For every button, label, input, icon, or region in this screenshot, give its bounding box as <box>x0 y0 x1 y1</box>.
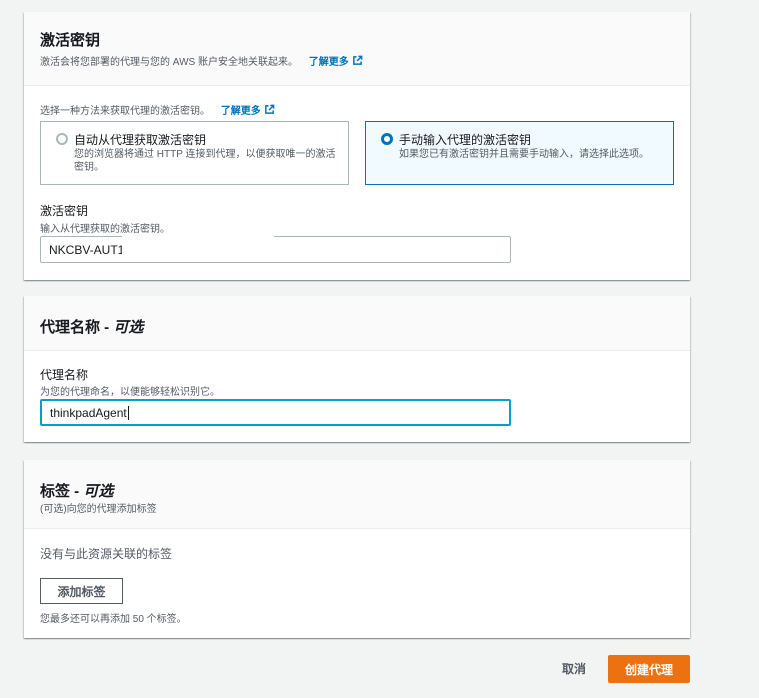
agent-name-panel: 代理名称 - 可选 代理名称 为您的代理命名，以便能够轻松识别它。 thinkp… <box>24 296 690 442</box>
method-prompt-text: 选择一种方法来获取代理的激活密钥。 <box>40 106 210 117</box>
activation-key-hint: 输入从代理获取的激活密钥。 <box>40 224 170 235</box>
method-learn-more-link[interactable]: 了解更多 <box>221 102 275 117</box>
option-auto-tile[interactable]: 自动从代理获取激活密钥 您的浏览器将通过 HTTP 连接到代理，以便获取唯一的激… <box>40 121 349 185</box>
add-tag-button[interactable]: 添加标签 <box>40 578 123 604</box>
option-manual-description: 如果您已有激活密钥并且需要手动输入，请选择此选项。 <box>399 149 649 160</box>
tags-header: 标签 - 可选 (可选)向您的代理添加标签 <box>24 460 690 529</box>
agent-name-hint: 为您的代理命名，以便能够轻松识别它。 <box>40 387 220 398</box>
agent-name-value: thinkpadAgent <box>50 405 127 420</box>
external-link-icon <box>264 104 275 114</box>
text-caret <box>127 405 129 420</box>
tags-description: (可选)向您的代理添加标签 <box>40 504 157 515</box>
activation-description-text: 激活会将您部署的代理与您的 AWS 账户安全地关联起来。 <box>40 57 298 68</box>
agent-name-header: 代理名称 - 可选 <box>24 296 690 351</box>
activation-key-title: 激活密钥 <box>40 32 101 49</box>
activation-key-description: 激活会将您部署的代理与您的 AWS 账户安全地关联起来。 了解更多 <box>40 53 363 68</box>
activation-key-header: 激活密钥 激活会将您部署的代理与您的 AWS 账户安全地关联起来。 了解更多 <box>24 12 690 86</box>
method-learn-more-label: 了解更多 <box>220 106 261 117</box>
agent-name-title-main: 代理名称 <box>40 319 101 336</box>
no-tags-text: 没有与此资源关联的标签 <box>40 547 173 561</box>
agent-name-title-optional: 可选 <box>113 319 144 336</box>
activation-key-label: 激活密钥 <box>40 204 89 218</box>
external-link-icon <box>352 55 363 65</box>
activation-key-panel: 激活密钥 激活会将您部署的代理与您的 AWS 账户安全地关联起来。 了解更多 选… <box>24 12 690 280</box>
method-prompt: 选择一种方法来获取代理的激活密钥。 了解更多 <box>40 102 275 117</box>
activation-key-value: NKCBV-AUT1S <box>49 242 133 257</box>
tags-title-main: 标签 <box>40 483 71 500</box>
agent-name-input[interactable]: thinkpadAgent <box>40 399 511 426</box>
activation-key-input[interactable]: NKCBV-AUT1S <box>40 236 511 263</box>
redaction-mask <box>122 234 274 262</box>
tags-title-optional: 可选 <box>83 483 114 500</box>
agent-name-title: 代理名称 - 可选 <box>40 319 144 336</box>
tags-title: 标签 - 可选 <box>40 483 114 500</box>
cancel-button[interactable]: 取消 <box>562 660 586 677</box>
option-auto-description: 您的浏览器将通过 HTTP 连接到代理，以便获取唯一的激活密钥。 <box>74 149 336 173</box>
agent-name-label: 代理名称 <box>40 368 89 382</box>
option-manual-title: 手动输入代理的激活密钥 <box>399 133 532 147</box>
tag-limit-text: 您最多还可以再添加 50 个标签。 <box>40 614 187 625</box>
learn-more-label: 了解更多 <box>308 57 349 68</box>
option-auto-title: 自动从代理获取激活密钥 <box>74 133 207 147</box>
radio-icon[interactable] <box>56 133 68 145</box>
create-agent-button[interactable]: 创建代理 <box>608 655 690 683</box>
radio-selected-icon[interactable] <box>381 133 393 145</box>
learn-more-link[interactable]: 了解更多 <box>309 53 363 68</box>
tags-panel: 标签 - 可选 (可选)向您的代理添加标签 没有与此资源关联的标签 添加标签 您… <box>24 460 690 638</box>
option-manual-tile[interactable]: 手动输入代理的激活密钥 如果您已有激活密钥并且需要手动输入，请选择此选项。 <box>365 121 674 185</box>
